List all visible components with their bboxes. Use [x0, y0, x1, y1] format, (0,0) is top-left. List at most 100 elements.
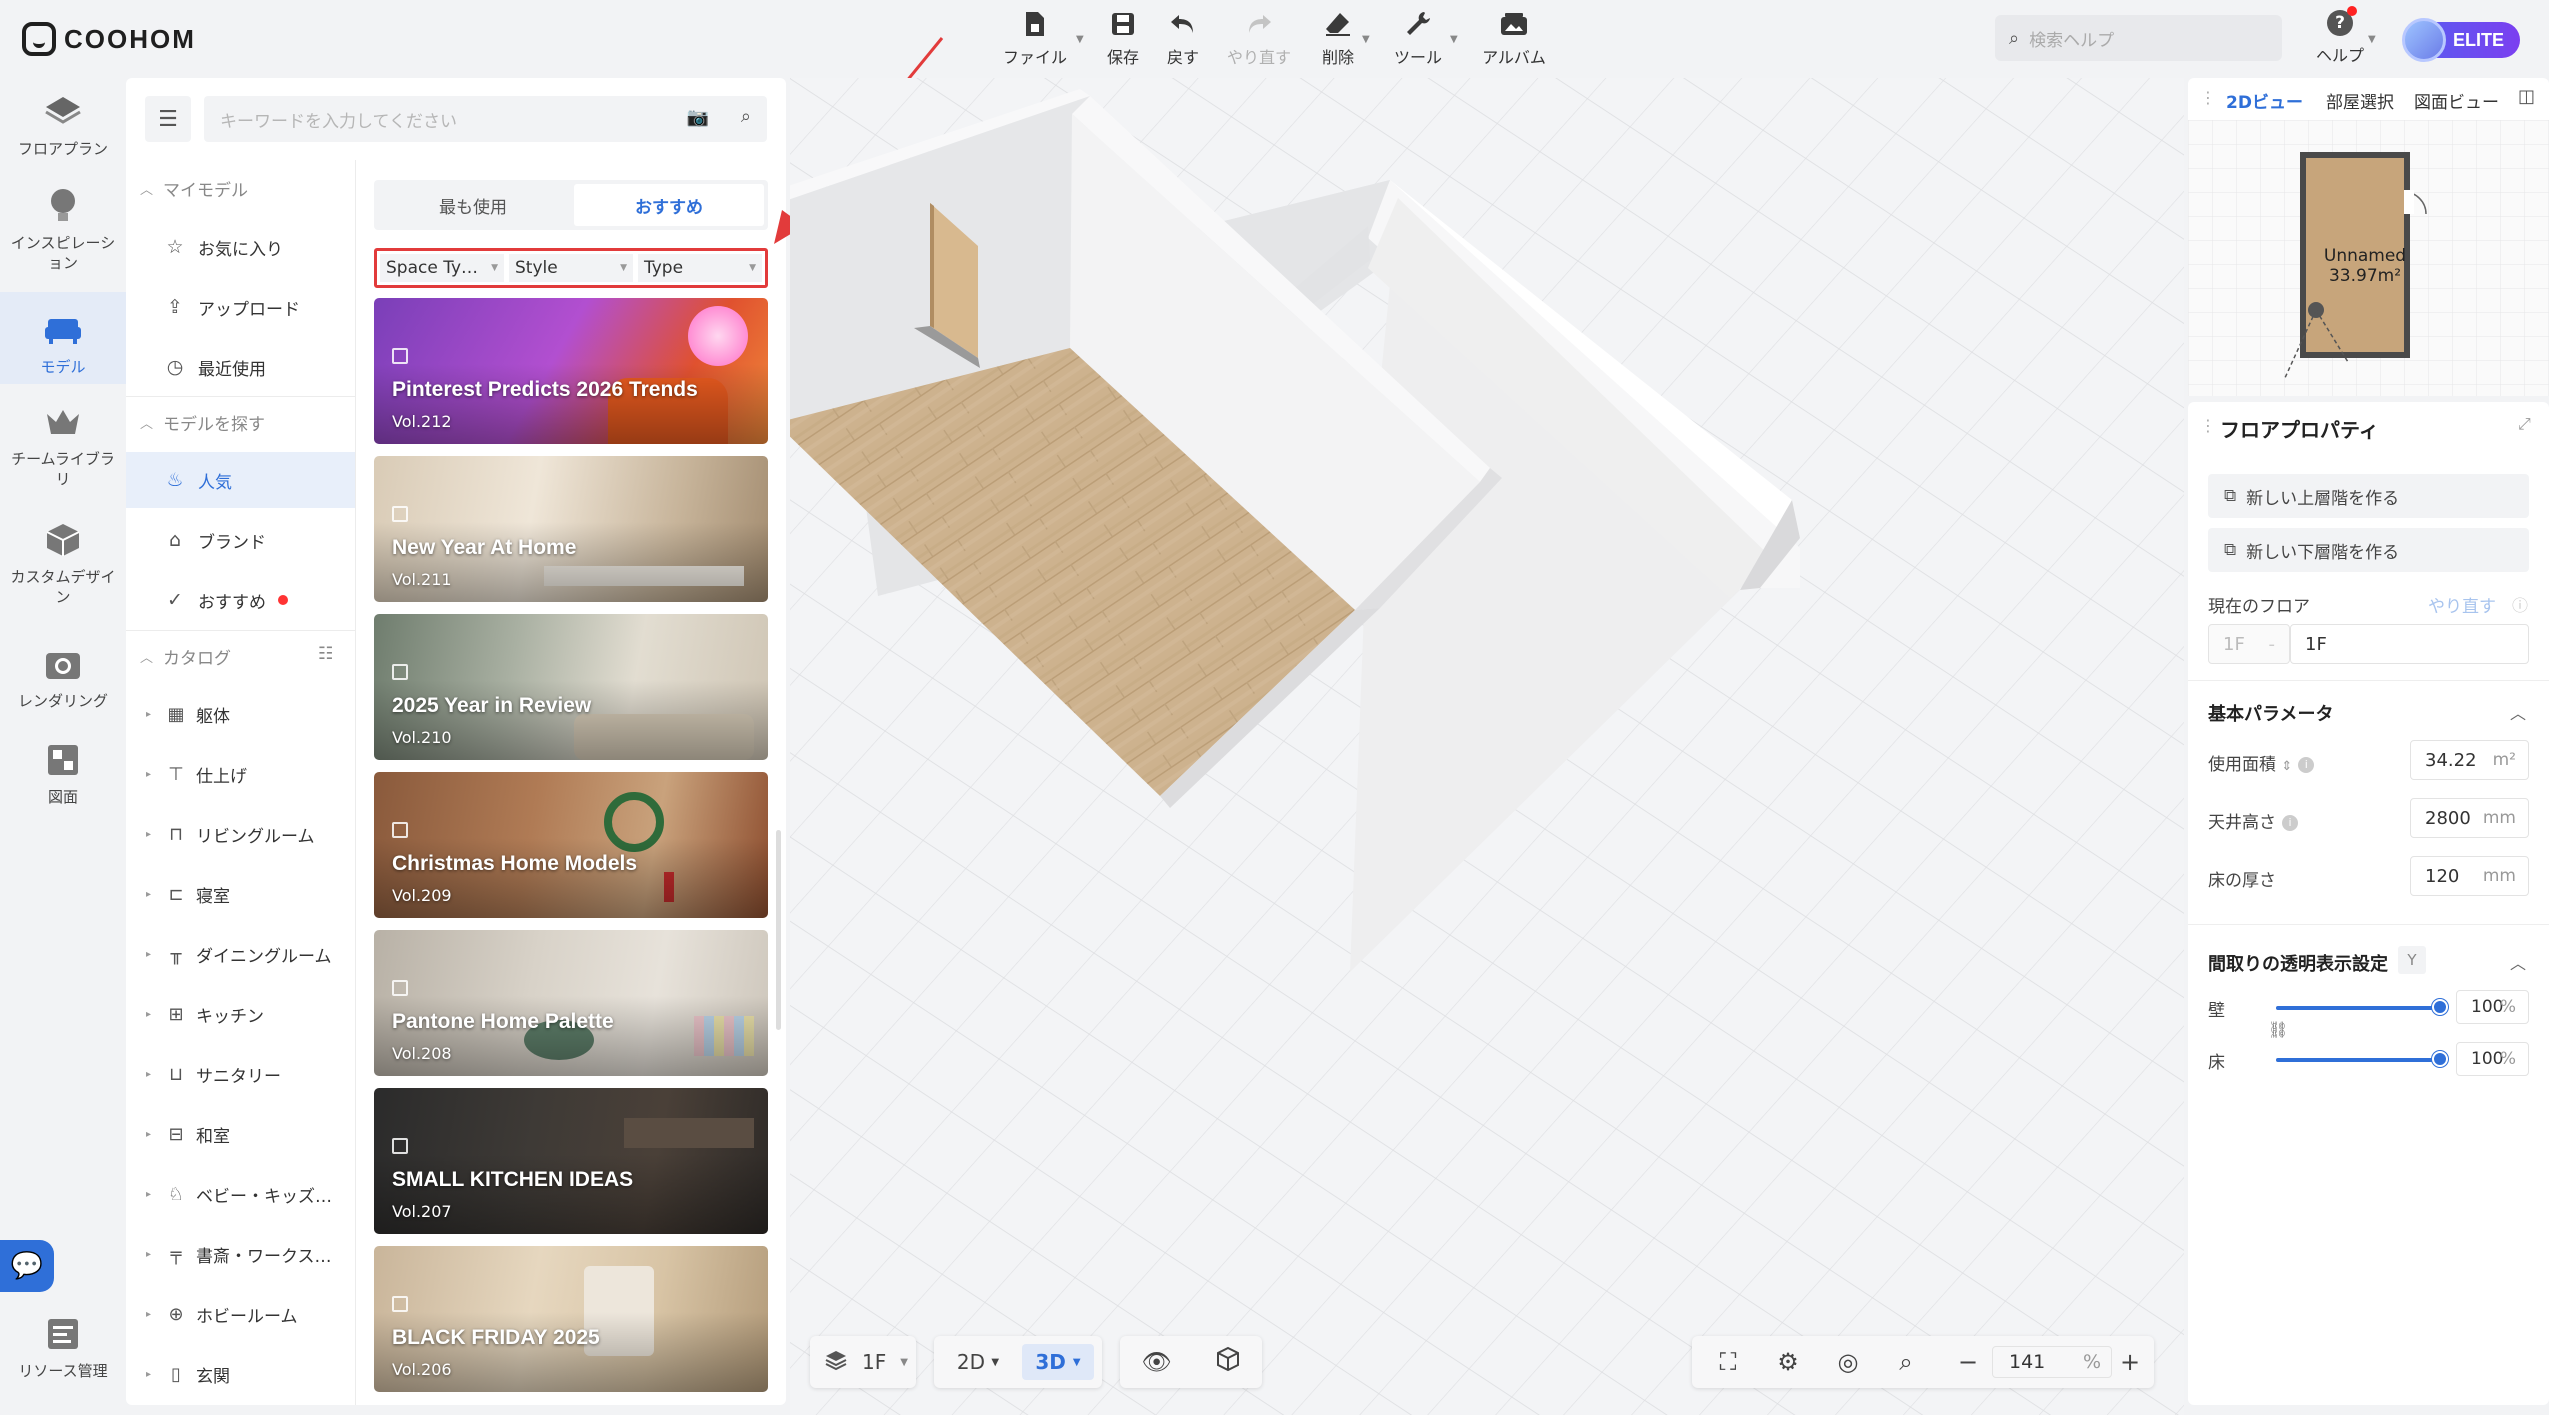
tab-room-select[interactable]: 部屋選択: [2326, 88, 2394, 113]
rail-item-rendering[interactable]: レンダリング: [0, 644, 126, 714]
save-icon: [1107, 8, 1139, 40]
rail-item-team-library[interactable]: チームライブラリ: [0, 402, 126, 494]
collection-card[interactable]: SMALL KITCHEN IDEAS Vol.207: [374, 1088, 768, 1234]
tools-menu-button[interactable]: ツール ▼: [1390, 8, 1458, 70]
view-2d-button[interactable]: 2D ▼: [942, 1344, 1014, 1380]
catalog-item-entrance[interactable]: ▸ ▯ 玄関: [126, 1346, 355, 1402]
catalog-item-finishing[interactable]: ▸ ⊤ 仕上げ: [126, 746, 355, 802]
chevron-up-icon[interactable]: ︿: [2510, 950, 2526, 974]
cube-icon[interactable]: [1215, 1346, 1241, 1378]
wall-opacity-input[interactable]: 100%: [2456, 990, 2529, 1024]
new-upper-floor-button[interactable]: ⧉ 新しい上層階を作る: [2208, 474, 2529, 518]
fit-screen-icon[interactable]: ⛶: [1712, 1346, 1744, 1378]
sort-icon[interactable]: ⇕: [2281, 759, 2292, 774]
catalog-item-baby-kids[interactable]: ▸ ♘ ベビー・キッズ…: [126, 1166, 355, 1222]
my-models-section[interactable]: ︿ マイモデル: [140, 176, 248, 201]
tree-item-brand[interactable]: ⌂ ブランド: [126, 512, 355, 568]
wall-slider-knob[interactable]: [2432, 999, 2448, 1015]
rail-item-custom-design[interactable]: カスタムデザイン: [0, 520, 126, 612]
undo-button[interactable]: 戻す: [1164, 8, 1202, 70]
focus-icon[interactable]: ◎: [1832, 1346, 1864, 1378]
collection-card[interactable]: 2025 Year in Review Vol.210: [374, 614, 768, 760]
tab-recommended[interactable]: おすすめ: [574, 184, 764, 226]
collection-card[interactable]: Christmas Home Models Vol.209: [374, 772, 768, 918]
catalog-item-structure[interactable]: ▸ ▦ 躯体: [126, 686, 355, 742]
collection-card[interactable]: Pantone Home Palette Vol.208: [374, 930, 768, 1076]
redo-link[interactable]: やり直す: [2428, 592, 2496, 617]
catalog-item-dining-room[interactable]: ▸ ╥ ダイニングルーム: [126, 926, 355, 982]
tree-item-favorites[interactable]: ☆ お気に入り: [126, 219, 355, 275]
catalog-item-japanese-room[interactable]: ▸ ⊟ 和室: [126, 1106, 355, 1162]
card-volume: Vol.209: [392, 886, 452, 905]
floor-thickness-input[interactable]: 120 mm: [2410, 856, 2529, 896]
eye-icon[interactable]: 👁: [1141, 1348, 1171, 1376]
tree-item-recommended[interactable]: ✓ おすすめ: [126, 572, 355, 628]
chat-support-button[interactable]: 💬: [0, 1240, 54, 1292]
tree-item-upload[interactable]: ⇪ アップロード: [126, 279, 355, 335]
tab-drawing-view[interactable]: 図面ビュー: [2414, 88, 2499, 113]
drag-handle-icon[interactable]: ⋮: [2200, 416, 2216, 435]
catalog-item-study[interactable]: ▸ ╤ 書斎・ワークス…: [126, 1226, 355, 1282]
floor-prefix-select[interactable]: 1F -: [2208, 624, 2290, 664]
tab-2d-view[interactable]: 2Dビュー: [2226, 88, 2303, 113]
view-3d-button[interactable]: 3D ▼: [1022, 1344, 1094, 1380]
caret-right-icon: ▸: [146, 948, 152, 960]
rail-item-floorplan[interactable]: フロアプラン: [0, 92, 126, 164]
avatar[interactable]: [2402, 18, 2446, 62]
zoom-area-icon[interactable]: ⌕: [1890, 1346, 1922, 1378]
redo-button[interactable]: やり直す: [1226, 8, 1292, 70]
usable-area-input[interactable]: 34.22 m²: [2410, 740, 2529, 780]
tree-item-popular[interactable]: ♨ 人気: [126, 452, 355, 508]
style-filter[interactable]: Style ▼: [509, 254, 633, 282]
transparency-toggle[interactable]: Y: [2398, 946, 2426, 974]
search-icon[interactable]: ⌕: [741, 106, 751, 127]
file-menu-button[interactable]: ファイル ▼: [1002, 8, 1084, 70]
rail-item-inspiration[interactable]: インスピレーション: [0, 186, 126, 282]
zoom-out-icon[interactable]: −: [1952, 1346, 1984, 1378]
delete-button[interactable]: 削除 ▼: [1318, 8, 1370, 70]
collection-card[interactable]: New Year At Home Vol.211: [374, 456, 768, 602]
type-filter[interactable]: Type ▼: [638, 254, 762, 282]
panel-scrollbar[interactable]: [776, 830, 781, 1030]
image-search-icon[interactable]: 📷: [687, 107, 709, 128]
new-lower-floor-button[interactable]: ⧉ 新しい下層階を作る: [2208, 528, 2529, 572]
tree-item-recent[interactable]: ◷ 最近使用: [126, 339, 355, 395]
keyword-search-input[interactable]: キーワードを入力してください 📷 ⌕: [204, 96, 767, 142]
catalog-item-sanitary[interactable]: ▸ ⊔ サニタリー: [126, 1046, 355, 1102]
chevron-up-icon[interactable]: ︿: [2510, 700, 2526, 724]
collection-card[interactable]: BLACK FRIDAY 2025 Vol.206: [374, 1246, 768, 1392]
expand-icon[interactable]: ◫: [2518, 86, 2535, 107]
collapse-panel-button[interactable]: ☰: [145, 96, 191, 142]
rail-item-model[interactable]: モデル: [0, 292, 126, 384]
link-icon[interactable]: ⛓: [2268, 1020, 2288, 1039]
zoom-in-icon[interactable]: +: [2114, 1346, 2146, 1378]
catalog-item-kitchen[interactable]: ▸ ⊞ キッチン: [126, 986, 355, 1042]
help-search-input[interactable]: ⌕ 検索ヘルプ: [1995, 15, 2282, 61]
catalog-item-hobby-room[interactable]: ▸ ⊕ ホビールーム: [126, 1286, 355, 1342]
space-type-filter[interactable]: Space Ty… ▼: [380, 254, 504, 282]
paint-roller-icon: ⊤: [168, 763, 184, 785]
expand-icon[interactable]: ⤢: [2518, 414, 2531, 434]
drag-handle-icon[interactable]: ⋮: [2200, 88, 2216, 107]
album-button[interactable]: アルバム: [1480, 8, 1548, 70]
floor-slider-knob[interactable]: [2432, 1051, 2448, 1067]
find-models-section[interactable]: ︿ モデルを探す: [140, 410, 265, 435]
save-button[interactable]: 保存: [1104, 8, 1142, 70]
zoom-input[interactable]: 141 %: [1992, 1346, 2112, 1378]
collection-card[interactable]: Pinterest Predicts 2026 Trends Vol.212: [374, 298, 768, 444]
filter-settings-icon[interactable]: ☷: [318, 644, 333, 664]
catalog-section[interactable]: ︿ カタログ: [140, 644, 231, 669]
help-button[interactable]: ? ヘルプ: [2310, 6, 2370, 70]
app-logo[interactable]: COOHOM: [22, 18, 196, 60]
floor-opacity-input[interactable]: 100%: [2456, 1042, 2529, 1076]
ceiling-height-input[interactable]: 2800 mm: [2410, 798, 2529, 838]
catalog-item-bedroom[interactable]: ▸ ⊏ 寝室: [126, 866, 355, 922]
current-floor-input[interactable]: 1F: [2290, 624, 2529, 664]
catalog-item-living-room[interactable]: ▸ ⊓ リビングルーム: [126, 806, 355, 862]
fit-selection-icon[interactable]: ⚙: [1772, 1346, 1804, 1378]
floor-selector[interactable]: 1F ▼: [810, 1336, 916, 1388]
rail-item-resources[interactable]: リソース管理: [0, 1314, 126, 1384]
3d-viewport[interactable]: [790, 78, 2184, 1415]
tab-most-used[interactable]: 最も使用: [378, 184, 568, 226]
rail-item-drawing[interactable]: 図面: [0, 740, 126, 810]
